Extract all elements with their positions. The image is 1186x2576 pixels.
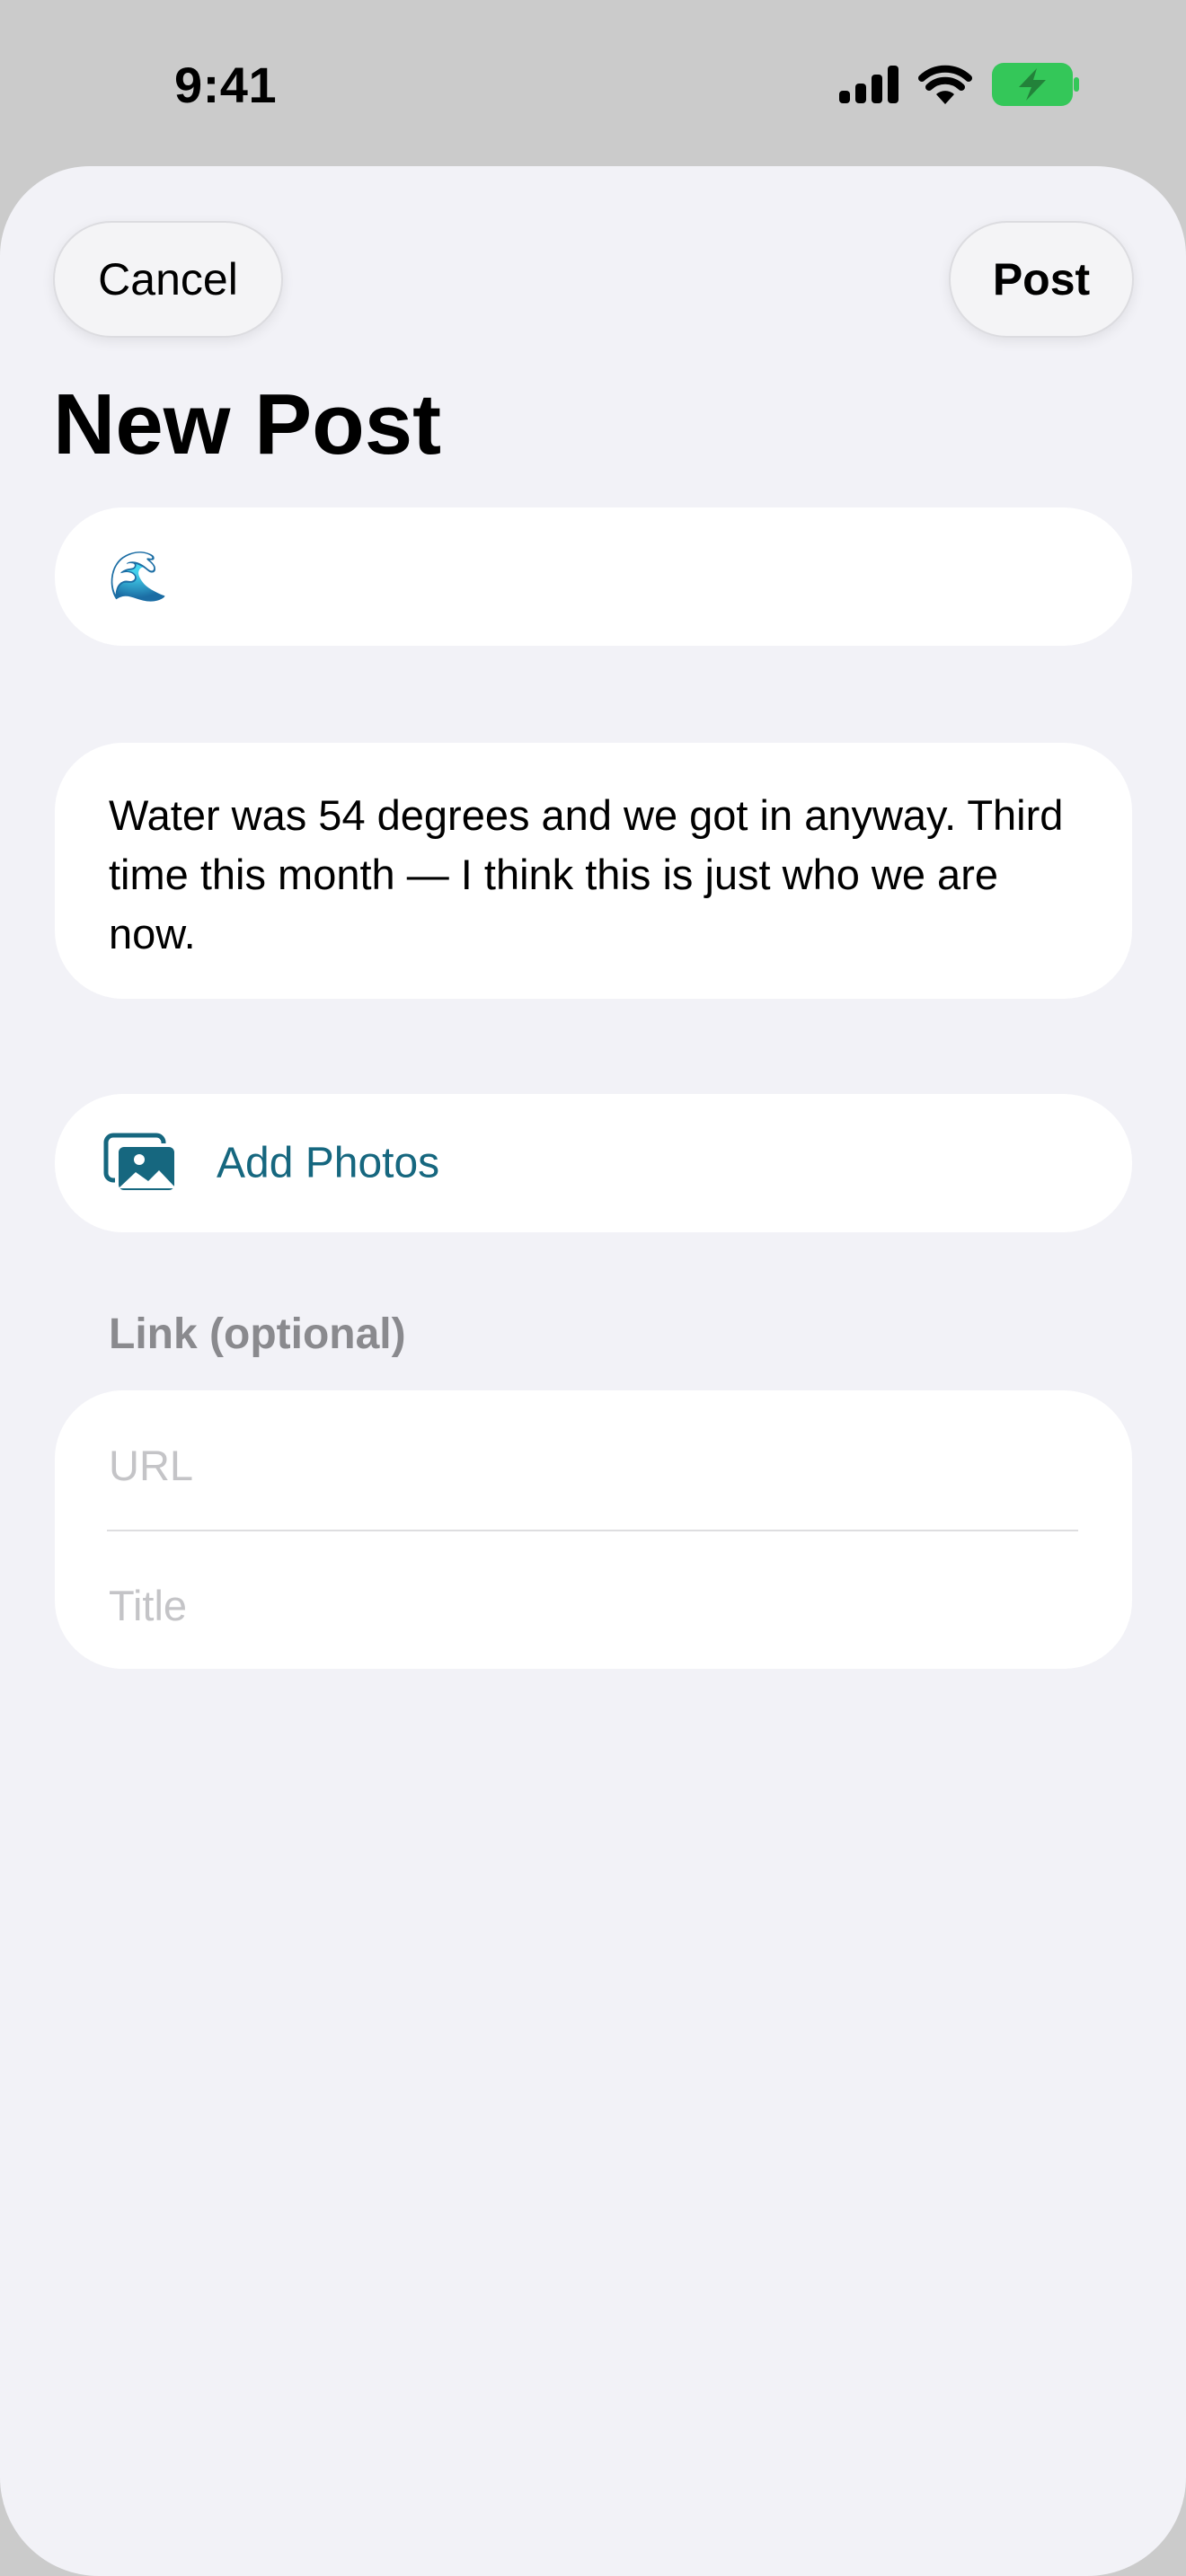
wave-emoji: 🌊 [108,550,169,604]
post-body-text: Water was 54 degrees and we got in anywa… [109,791,1064,957]
status-time: 9:41 [174,57,278,113]
wifi-icon [918,65,972,104]
link-title-input[interactable] [109,1565,1079,1645]
status-bar: 9:41 [0,0,1186,171]
new-post-sheet: Cancel Post New Post 🌊 Water was 54 degr… [0,166,1186,2576]
cancel-button[interactable]: Cancel [53,221,283,338]
cellular-signal-icon [839,66,898,103]
battery-charging-icon [992,63,1079,106]
status-icons [839,63,1080,106]
emoji-field[interactable]: 🌊 [55,507,1132,646]
url-input[interactable] [109,1425,1079,1505]
add-photos-label: Add Photos [217,1139,440,1187]
page-title: New Post [53,376,442,472]
link-section-label: Link (optional) [109,1310,406,1358]
link-card [55,1390,1132,1669]
post-body-textarea[interactable]: Water was 54 degrees and we got in anywa… [55,743,1132,999]
divider [107,1530,1078,1531]
post-button[interactable]: Post [949,221,1134,338]
photo-stack-icon [103,1133,178,1194]
add-photos-button[interactable]: Add Photos [55,1094,1132,1232]
